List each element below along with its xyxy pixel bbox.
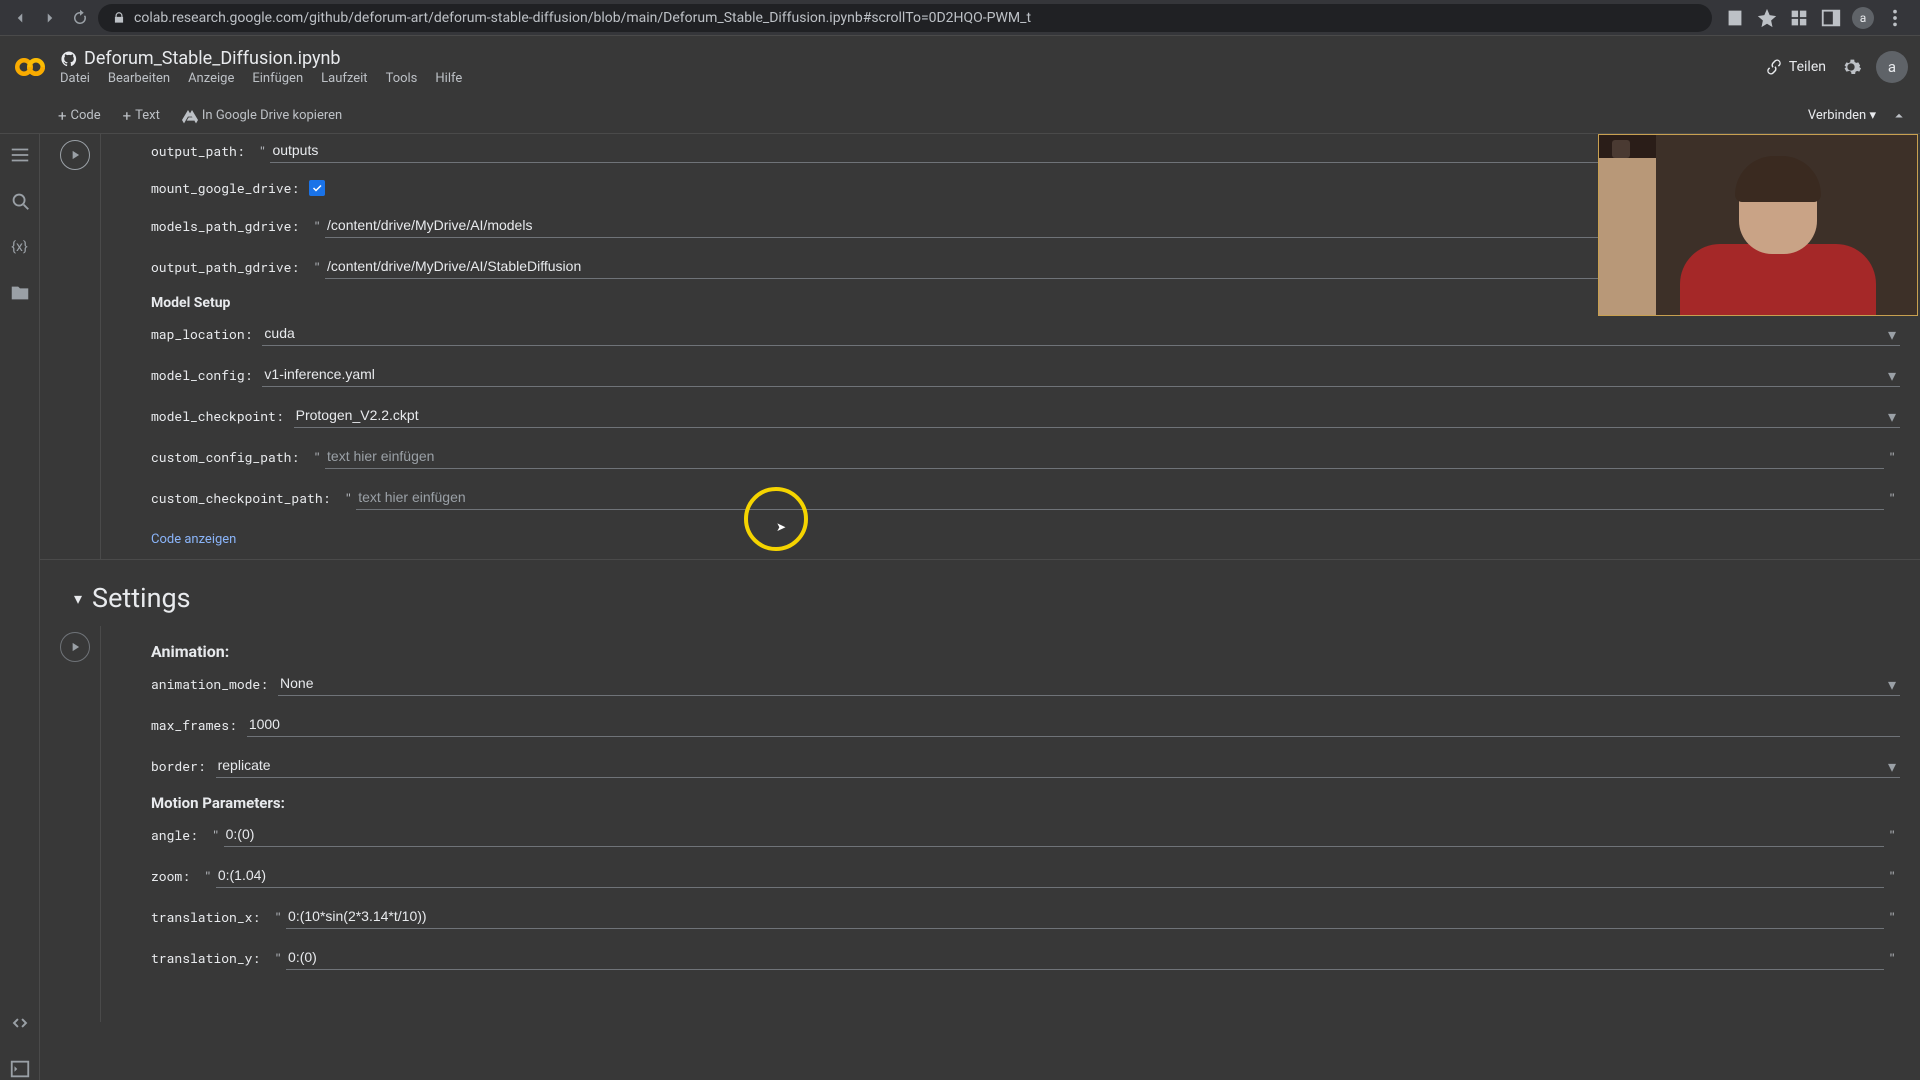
webcam-overlay — [1598, 134, 1918, 316]
menu-tools[interactable]: Tools — [386, 71, 418, 86]
zoom-label: zoom: — [151, 867, 190, 885]
collapse-triangle-icon[interactable]: ▾ — [74, 589, 82, 608]
output-path-gdrive-label: output_path_gdrive: — [151, 258, 299, 276]
share-button[interactable]: Teilen — [1765, 58, 1826, 76]
chevron-up-icon[interactable] — [1890, 107, 1908, 125]
avatar[interactable]: a — [1876, 51, 1908, 83]
custom-config-path-label: custom_config_path: — [151, 448, 299, 466]
chevron-down-icon: ▾ — [1869, 108, 1876, 123]
border-select[interactable] — [216, 753, 1900, 778]
max-frames-label: max_frames: — [151, 716, 237, 734]
extensions-icon[interactable] — [1788, 7, 1810, 29]
model-checkpoint-label: model_checkpoint: — [151, 407, 284, 425]
menu-hilfe[interactable]: Hilfe — [435, 71, 462, 86]
run-cell-button[interactable] — [60, 140, 90, 170]
zoom-input[interactable] — [216, 863, 1884, 888]
drive-icon — [182, 108, 198, 124]
toc-icon[interactable] — [9, 144, 31, 166]
cursor-icon: ➤ — [776, 520, 786, 534]
forward-button[interactable] — [38, 6, 62, 30]
run-cell-button-2[interactable] — [60, 632, 90, 662]
custom-checkpoint-path-input[interactable] — [356, 485, 1884, 510]
search-icon[interactable] — [9, 190, 31, 212]
models-path-gdrive-label: models_path_gdrive: — [151, 217, 299, 235]
install-icon[interactable] — [1724, 7, 1746, 29]
profile-icon[interactable]: a — [1852, 7, 1874, 29]
url-text: colab.research.google.com/github/deforum… — [134, 10, 1031, 26]
model-config-label: model_config: — [151, 366, 252, 384]
max-frames-input[interactable] — [247, 712, 1900, 737]
reload-button[interactable] — [68, 6, 92, 30]
address-bar[interactable]: colab.research.google.com/github/deforum… — [98, 4, 1712, 32]
output-path-label: output_path: — [151, 142, 245, 160]
link-icon — [1765, 58, 1783, 76]
translation-x-label: translation_x: — [151, 908, 260, 926]
github-icon — [60, 50, 78, 68]
custom-checkpoint-path-label: custom_checkpoint_path: — [151, 489, 330, 507]
notebook-content[interactable]: output_path: "" mount_google_drive: mode… — [40, 134, 1920, 1080]
verbinden-button[interactable]: Verbinden ▾ — [1800, 104, 1884, 127]
toolbar: +Code +Text In Google Drive kopieren Ver… — [0, 98, 1920, 134]
mount-gdrive-checkbox[interactable] — [309, 180, 325, 196]
doc-title[interactable]: Deforum_Stable_Diffusion.ipynb — [84, 48, 341, 69]
terminal-icon[interactable] — [9, 1058, 31, 1080]
angle-label: angle: — [151, 826, 198, 844]
add-text-button[interactable]: +Text — [117, 103, 166, 129]
panel-icon[interactable] — [1820, 7, 1842, 29]
mount-gdrive-label: mount_google_drive: — [151, 179, 299, 197]
copy-to-drive-button[interactable]: In Google Drive kopieren — [176, 104, 348, 128]
colab-logo[interactable] — [12, 49, 48, 85]
gear-icon[interactable] — [1840, 56, 1862, 78]
vars-icon[interactable]: {x} — [9, 236, 31, 258]
animation-heading: Animation: — [151, 642, 1900, 661]
translation-y-input[interactable] — [286, 945, 1884, 970]
angle-input[interactable] — [224, 822, 1885, 847]
menu-datei[interactable]: Datei — [60, 71, 90, 86]
browser-bar: colab.research.google.com/github/deforum… — [0, 0, 1920, 36]
back-button[interactable] — [8, 6, 32, 30]
translation-x-input[interactable] — [286, 904, 1884, 929]
menu-laufzeit[interactable]: Laufzeit — [321, 71, 367, 86]
files-icon[interactable] — [9, 282, 31, 304]
code-anzeigen-link[interactable]: Code anzeigen — [151, 532, 236, 547]
motion-parameters-heading: Motion Parameters: — [151, 794, 1900, 812]
translation-y-label: translation_y: — [151, 949, 260, 967]
border-label: border: — [151, 757, 206, 775]
lock-icon — [112, 11, 126, 25]
sidebar: {x} — [0, 134, 40, 1080]
add-code-button[interactable]: +Code — [52, 103, 107, 129]
menu-anzeige[interactable]: Anzeige — [188, 71, 234, 86]
model-config-select[interactable] — [262, 362, 1900, 387]
animation-mode-label: animation_mode: — [151, 675, 268, 693]
star-icon[interactable] — [1756, 7, 1778, 29]
menu-bar: Datei Bearbeiten Anzeige Einfügen Laufze… — [60, 71, 462, 86]
menu-dots-icon[interactable] — [1884, 7, 1906, 29]
custom-config-path-input[interactable] — [325, 444, 1884, 469]
menu-bearbeiten[interactable]: Bearbeiten — [108, 71, 170, 86]
menu-einfuegen[interactable]: Einfügen — [252, 71, 303, 86]
code-snippets-icon[interactable] — [9, 1012, 31, 1034]
settings-heading-row: ▾ Settings — [40, 560, 1920, 626]
model-checkpoint-select[interactable] — [294, 403, 1900, 428]
cell-settings: Animation: animation_mode: max_frames: b… — [40, 626, 1920, 1022]
share-label: Teilen — [1789, 59, 1826, 75]
settings-title: Settings — [92, 582, 191, 614]
colab-header: Deforum_Stable_Diffusion.ipynb Datei Bea… — [0, 36, 1920, 98]
map-location-select[interactable] — [262, 321, 1900, 346]
animation-mode-select[interactable] — [278, 671, 1900, 696]
browser-right-icons: a — [1718, 7, 1912, 29]
map-location-label: map_location: — [151, 325, 252, 343]
